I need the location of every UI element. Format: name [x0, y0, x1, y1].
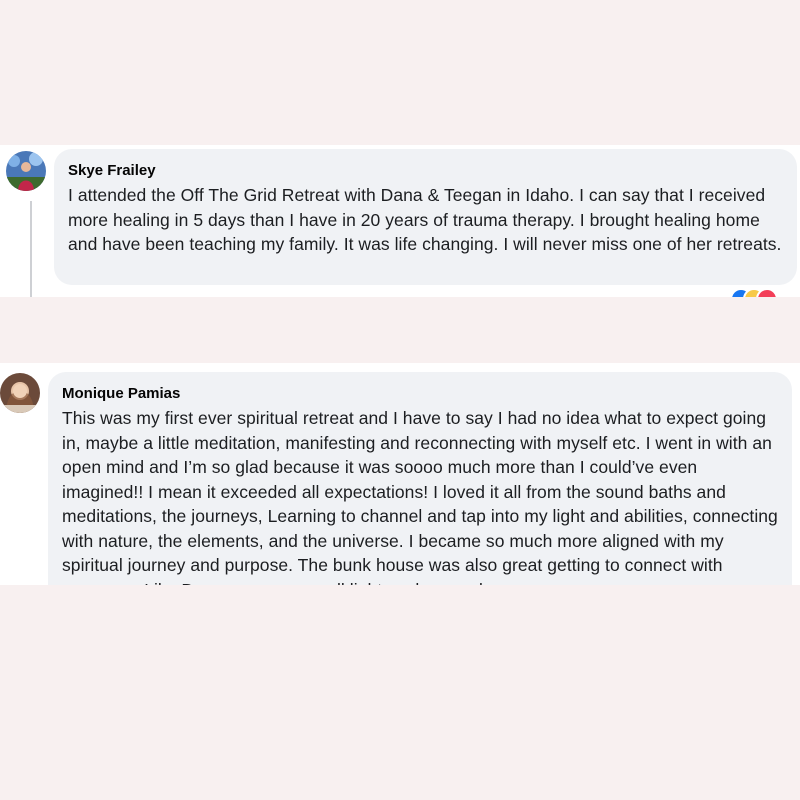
- thread-line: [30, 201, 32, 297]
- love-icon: [756, 288, 778, 297]
- profile-photo-icon: [0, 373, 40, 413]
- comment-author[interactable]: Skye Frailey: [68, 161, 783, 181]
- comment-text: This was my first ever spiritual retreat…: [62, 408, 778, 585]
- comment-text: I attended the Off The Grid Retreat with…: [68, 185, 782, 254]
- avatar[interactable]: [0, 373, 40, 413]
- comment-bubble: Monique Pamias This was my first ever sp…: [48, 372, 792, 585]
- comment-card-skye-frailey: Skye Frailey I attended the Off The Grid…: [0, 145, 800, 297]
- comment-card-monique-pamias: Monique Pamias This was my first ever sp…: [0, 363, 800, 585]
- reaction-summary[interactable]: [730, 288, 794, 297]
- profile-photo-icon: [6, 151, 46, 191]
- avatar[interactable]: [6, 151, 46, 191]
- comment-bubble: Skye Frailey I attended the Off The Grid…: [54, 149, 797, 285]
- comment-author[interactable]: Monique Pamias: [62, 384, 778, 404]
